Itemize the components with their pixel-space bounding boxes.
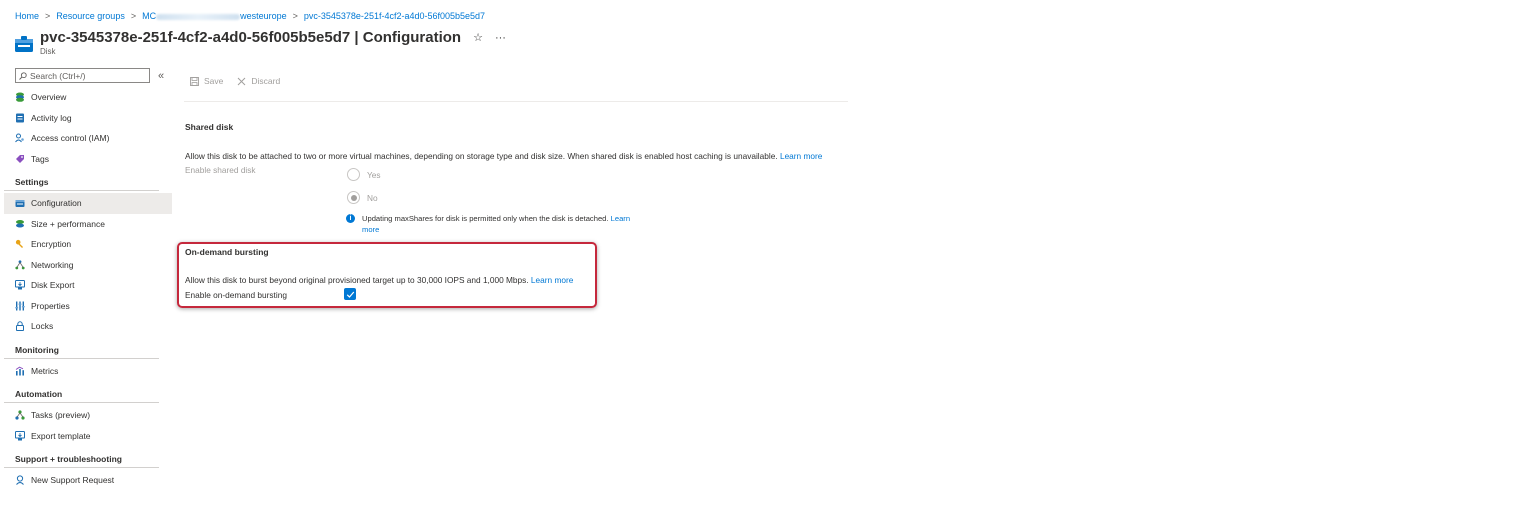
sidebar-item-activity-log[interactable]: Activity log: [4, 108, 172, 129]
shared-disk-radio-no[interactable]: No: [347, 191, 378, 204]
key-icon: [15, 239, 25, 249]
enable-shared-disk-label: Enable shared disk: [185, 165, 256, 175]
tasks-icon: [15, 410, 25, 420]
nav-monitoring-list: Metrics: [4, 361, 172, 382]
sidebar-item-tasks[interactable]: Tasks (preview): [4, 405, 172, 426]
shared-disk-info-message: i Updating maxShares for disk is permitt…: [346, 213, 646, 235]
breadcrumb-resource-groups-link[interactable]: Resource groups: [56, 11, 125, 21]
save-icon: [190, 76, 199, 86]
properties-icon: [15, 301, 25, 311]
radio-circle-selected: [347, 191, 360, 204]
info-icon: i: [346, 214, 355, 223]
overview-icon: [15, 92, 25, 103]
breadcrumb-separator: >: [45, 11, 51, 21]
page-title: pvc-3545378e-251f-4cf2-a4d0-56f005b5e5d7…: [40, 29, 462, 46]
breadcrumb: Home > Resource groups > MC westeurope > …: [15, 11, 485, 21]
shared-disk-radio-yes[interactable]: Yes: [347, 168, 381, 181]
star-icon[interactable]: ☆: [473, 31, 483, 44]
close-icon: [238, 77, 246, 85]
breadcrumb-separator: >: [292, 11, 298, 21]
metrics-icon: [15, 366, 25, 376]
search-icon: [19, 71, 27, 80]
sidebar: Search (Ctrl+/) « Overview Activity log …: [4, 68, 172, 491]
shared-disk-description: Allow this disk to be attached to two or…: [185, 151, 823, 161]
sidebar-item-disk-export[interactable]: Disk Export: [4, 275, 172, 296]
ellipsis-icon[interactable]: ···: [495, 32, 506, 44]
nav-settings-list: Configuration Size + performance Encrypt…: [4, 193, 172, 337]
rg-suffix: westeurope: [240, 11, 287, 21]
on-demand-bursting-description: Allow this disk to burst beyond original…: [185, 275, 574, 285]
disk-export-icon: [15, 280, 25, 290]
rg-prefix: MC: [142, 11, 157, 21]
disk-resource-icon: [15, 36, 33, 52]
networking-icon: [15, 260, 25, 270]
enable-on-demand-bursting-checkbox[interactable]: [344, 288, 356, 300]
nav-top-list: Overview Activity log Access control (IA…: [4, 87, 172, 169]
sidebar-item-access-control[interactable]: Access control (IAM): [4, 128, 172, 149]
sidebar-item-size-performance[interactable]: Size + performance: [4, 214, 172, 235]
sidebar-section-monitoring: Monitoring: [4, 337, 159, 359]
enable-on-demand-bursting-label: Enable on-demand bursting: [185, 290, 287, 300]
sidebar-item-networking[interactable]: Networking: [4, 255, 172, 276]
sidebar-item-encryption[interactable]: Encryption: [4, 234, 172, 255]
iam-icon: [15, 133, 25, 143]
breadcrumb-home-link[interactable]: Home: [15, 11, 39, 21]
radio-circle: [347, 168, 360, 181]
resource-type-label: Disk: [40, 47, 56, 56]
page-header: pvc-3545378e-251f-4cf2-a4d0-56f005b5e5d7…: [15, 29, 506, 56]
toolbar-divider: [184, 101, 848, 102]
tag-icon: [15, 154, 25, 164]
shared-disk-learn-more-link[interactable]: Learn more: [780, 151, 822, 161]
sidebar-item-overview[interactable]: Overview: [4, 87, 172, 108]
size-performance-icon: [15, 219, 25, 229]
discard-button[interactable]: Discard: [237, 76, 280, 86]
sidebar-item-configuration[interactable]: Configuration: [4, 193, 172, 214]
export-template-icon: [15, 430, 25, 441]
lock-icon: [15, 321, 25, 332]
bursting-learn-more-link[interactable]: Learn more: [531, 275, 573, 285]
breadcrumb-separator: >: [130, 11, 137, 21]
sidebar-item-metrics[interactable]: Metrics: [4, 361, 172, 382]
sidebar-section-support: Support + troubleshooting: [4, 446, 159, 468]
nav-support-list: New Support Request: [4, 470, 172, 491]
sidebar-section-settings: Settings: [4, 169, 159, 191]
sidebar-item-new-support-request[interactable]: New Support Request: [4, 470, 172, 491]
command-bar: Save Discard: [190, 76, 280, 86]
sidebar-item-locks[interactable]: Locks: [4, 316, 172, 337]
activity-log-icon: [15, 113, 25, 123]
support-icon: [15, 475, 25, 486]
configuration-icon: [15, 198, 25, 208]
save-button[interactable]: Save: [190, 76, 223, 86]
sidebar-search-input[interactable]: Search (Ctrl+/): [15, 68, 150, 83]
redacted-text: [156, 13, 241, 20]
checkmark-icon: [346, 291, 354, 298]
sidebar-item-tags[interactable]: Tags: [4, 149, 172, 170]
breadcrumb-disk-link[interactable]: pvc-3545378e-251f-4cf2-a4d0-56f005b5e5d7: [304, 11, 485, 21]
sidebar-item-properties[interactable]: Properties: [4, 296, 172, 317]
on-demand-bursting-heading: On-demand bursting: [185, 247, 269, 257]
breadcrumb-resource-group-link[interactable]: MC westeurope: [142, 11, 287, 21]
nav-automation-list: Tasks (preview) Export template: [4, 405, 172, 446]
sidebar-section-automation: Automation: [4, 381, 159, 403]
collapse-sidebar-icon[interactable]: «: [158, 70, 164, 82]
sidebar-item-export-template[interactable]: Export template: [4, 426, 172, 447]
shared-disk-heading: Shared disk: [185, 122, 234, 132]
